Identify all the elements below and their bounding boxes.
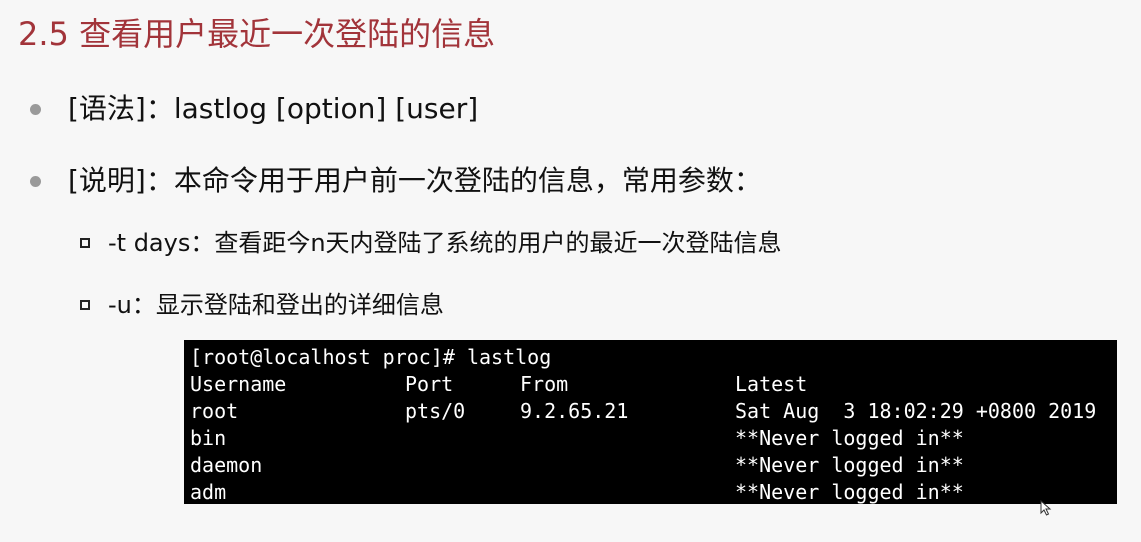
- bullet-text: [说明]：本命令用于用户前一次登陆的信息，常用参数：: [68, 164, 762, 197]
- bullet-dot-icon: [30, 175, 41, 187]
- header-from: From: [520, 372, 569, 396]
- terminal-row: daemon **Never logged in**: [190, 452, 1116, 479]
- terminal-row: adm **Never logged in**: [190, 479, 1116, 504]
- cell-username: root: [190, 399, 239, 423]
- terminal-prompt-line: [root@localhost proc]# lastlog: [190, 345, 552, 369]
- cell-latest: **Never logged in**: [735, 453, 964, 477]
- cell-latest: **Never logged in**: [735, 480, 964, 504]
- cell-from: 9.2.65.21: [520, 399, 629, 423]
- cell-latest: Sat Aug 3 18:02:29 +0800 2019: [735, 399, 1097, 423]
- cell-username: bin: [190, 426, 227, 450]
- terminal-row: root pts/0 9.2.65.21 Sat Aug 3 18:02:29 …: [190, 398, 1116, 425]
- sub-bullet-text: -t days：查看距今n天内登陆了系统的用户的最近一次登陆信息: [108, 229, 782, 257]
- cell-username: daemon: [190, 453, 263, 477]
- cell-username: adm: [190, 480, 227, 504]
- bullet-dot-icon: [30, 103, 41, 115]
- sub-bullet-u-option: -u：显示登陆和登出的详细信息: [80, 288, 444, 322]
- bullet-syntax: [语法]：lastlog [option] [user]: [30, 89, 478, 129]
- mouse-pointer-icon: [1040, 500, 1052, 516]
- bullet-description: [说明]：本命令用于用户前一次登陆的信息，常用参数：: [30, 161, 762, 201]
- terminal-header-row: Username Port From Latest: [190, 371, 1116, 398]
- terminal-screenshot: [root@localhost proc]# lastlog Username …: [184, 340, 1117, 504]
- header-port: Port: [405, 372, 454, 396]
- sub-bullet-t-option: -t days：查看距今n天内登陆了系统的用户的最近一次登陆信息: [80, 226, 782, 260]
- sub-bullet-text: -u：显示登陆和登出的详细信息: [108, 291, 444, 319]
- square-bullet-icon: [80, 238, 90, 248]
- header-latest: Latest: [735, 372, 808, 396]
- terminal-row: bin **Never logged in**: [190, 425, 1116, 452]
- cell-latest: **Never logged in**: [735, 426, 964, 450]
- page-title: 2.5 查看用户最近一次登陆的信息: [18, 15, 496, 53]
- bullet-text: [语法]：lastlog [option] [user]: [68, 92, 479, 125]
- header-username: Username: [190, 372, 287, 396]
- cell-port: pts/0: [405, 399, 466, 423]
- square-bullet-icon: [80, 300, 90, 310]
